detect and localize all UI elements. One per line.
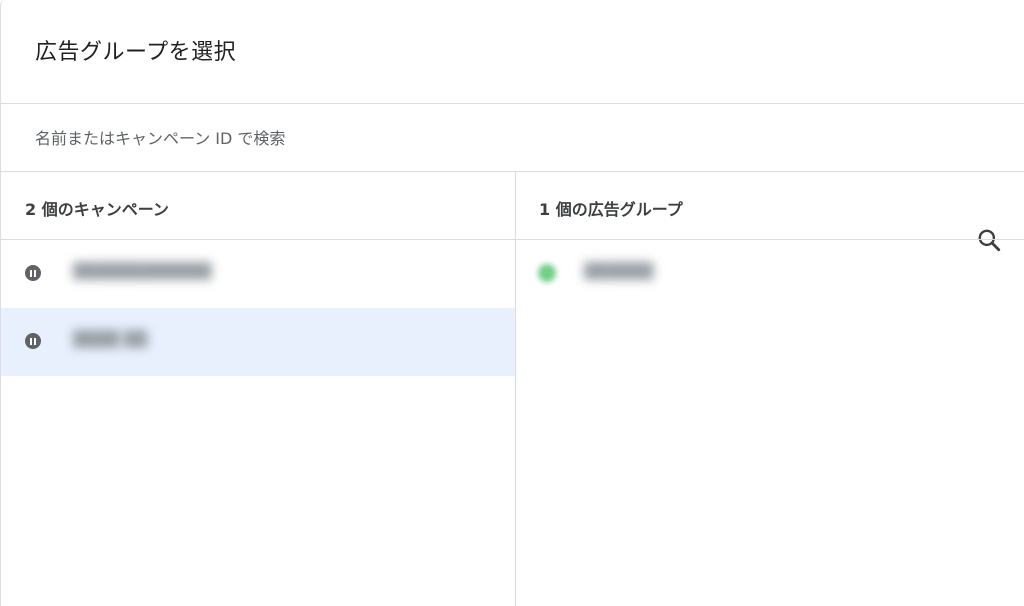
ad-groups-count-header: 1 個の広告グループ — [539, 200, 683, 219]
column-divider — [515, 172, 516, 606]
campaign-name: ████ ██ — [73, 330, 147, 348]
ad-group-list: ██████ — [516, 240, 1024, 308]
paused-status-icon — [25, 333, 41, 349]
ad-group-row[interactable]: ██████ — [516, 240, 1024, 308]
campaign-row[interactable]: ████████████ — [1, 240, 515, 308]
dialog-header: 広告グループを選択 — [1, 0, 1024, 104]
paused-status-icon — [25, 265, 41, 281]
campaign-name: ████████████ — [73, 262, 212, 280]
campaign-list: ████████████ ████ ██ — [1, 240, 515, 376]
campaign-row-selected[interactable]: ████ ██ — [1, 308, 515, 376]
select-ad-group-dialog: 広告グループを選択 2 個のキャンペーン 1 個の広告グループ ████████… — [0, 0, 1024, 606]
search-input[interactable] — [35, 124, 935, 152]
campaigns-count-header: 2 個のキャンペーン — [25, 200, 169, 219]
column-headers: 2 個のキャンペーン 1 個の広告グループ — [1, 172, 1024, 240]
dialog-title: 広告グループを選択 — [35, 40, 237, 65]
ad-group-name: ██████ — [584, 262, 654, 280]
search-bar — [1, 104, 1024, 252]
enabled-status-icon — [538, 264, 556, 282]
